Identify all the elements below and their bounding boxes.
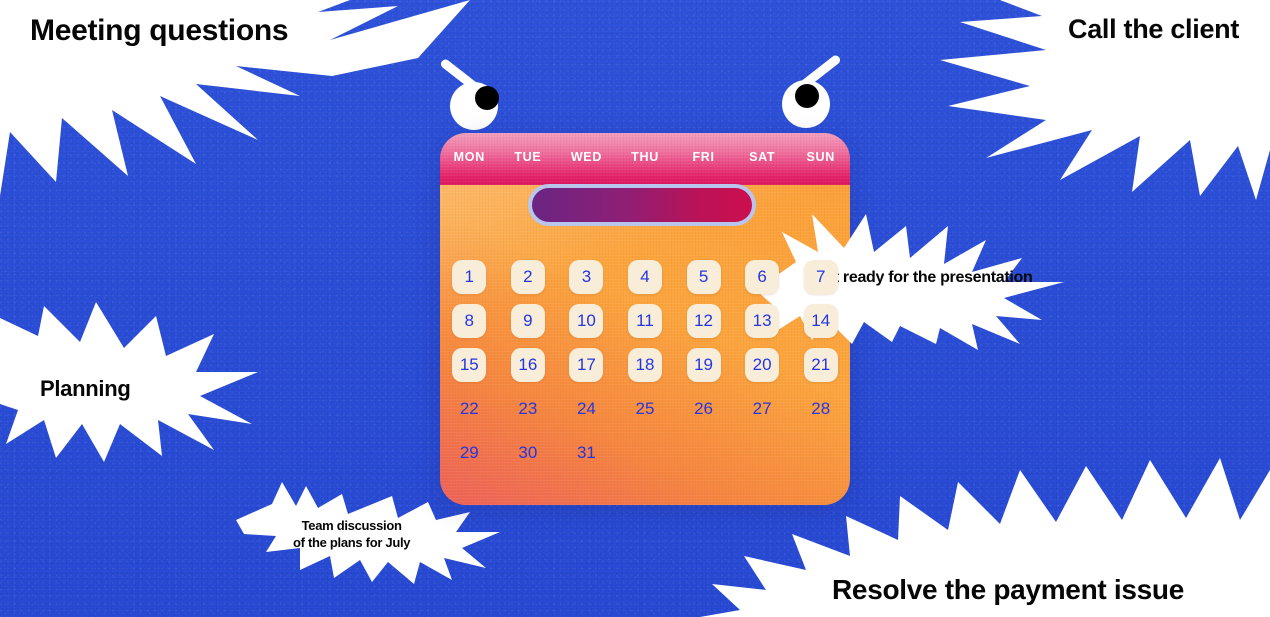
date-cell[interactable]: 24 (569, 392, 603, 426)
note-team-discussion: Team discussion of the plans for July (293, 518, 411, 550)
date-cell[interactable]: 21 (803, 348, 838, 382)
date-cell[interactable]: 18 (627, 348, 662, 382)
search-input[interactable] (528, 184, 756, 226)
note-planning: Planning (40, 376, 131, 401)
date-cell[interactable]: 12 (686, 304, 721, 338)
date-cell[interactable]: 27 (745, 392, 779, 426)
date-cell[interactable]: 22 (452, 392, 486, 426)
date-cell[interactable]: 26 (687, 392, 721, 426)
weekday-label-sat: SAT (749, 150, 776, 164)
date-cell[interactable]: 7 (803, 260, 838, 294)
weekday-label-wed: WED (570, 150, 603, 164)
date-grid[interactable]: 1 2 3 4 5 6 7 8 9 10 11 12 13 14 15 16 1… (440, 260, 850, 470)
date-cell[interactable]: 11 (627, 304, 662, 338)
date-cell[interactable]: 23 (511, 392, 545, 426)
date-cell[interactable]: 14 (803, 304, 838, 338)
date-cell[interactable]: 17 (569, 348, 604, 382)
date-cell[interactable]: 15 (452, 348, 487, 382)
date-cell[interactable]: 25 (628, 392, 662, 426)
date-cell[interactable]: 6 (745, 260, 780, 294)
pupil-right-icon (795, 84, 819, 108)
date-cell[interactable]: 4 (627, 260, 662, 294)
calendar-widget[interactable]: MON TUE WED THU FRI SAT SUN 1 2 3 4 5 6 … (440, 133, 850, 505)
weekday-header-row: MON TUE WED THU FRI SAT SUN (440, 147, 850, 167)
date-cell[interactable]: 10 (569, 304, 604, 338)
weekday-label-sun: SUN (806, 150, 835, 164)
illustration-canvas: Meeting questions Call the client Planni… (0, 0, 1270, 617)
date-cell[interactable]: 5 (686, 260, 721, 294)
date-cell[interactable]: 31 (569, 436, 603, 470)
weekday-label-thu: THU (631, 150, 659, 164)
date-cell[interactable]: 9 (510, 304, 545, 338)
date-cell[interactable]: 2 (510, 260, 545, 294)
weekday-label-mon: MON (453, 150, 485, 164)
weekday-label-fri: FRI (692, 150, 715, 164)
date-cell[interactable]: 1 (452, 260, 487, 294)
date-cell[interactable]: 13 (745, 304, 780, 338)
date-cell[interactable]: 8 (452, 304, 487, 338)
date-cell[interactable]: 3 (569, 260, 604, 294)
date-cell[interactable]: 20 (745, 348, 780, 382)
note-resolve-payment: Resolve the payment issue (832, 574, 1184, 605)
note-meeting-questions: Meeting questions (30, 14, 289, 47)
date-cell[interactable]: 19 (686, 348, 721, 382)
date-cell[interactable]: 30 (511, 436, 545, 470)
weekday-label-tue: TUE (514, 150, 542, 164)
date-cell[interactable]: 29 (452, 436, 486, 470)
date-cell[interactable]: 28 (804, 392, 838, 426)
date-cell[interactable]: 16 (510, 348, 545, 382)
note-call-the-client: Call the client (1068, 14, 1240, 44)
pupil-left-icon (475, 86, 499, 110)
